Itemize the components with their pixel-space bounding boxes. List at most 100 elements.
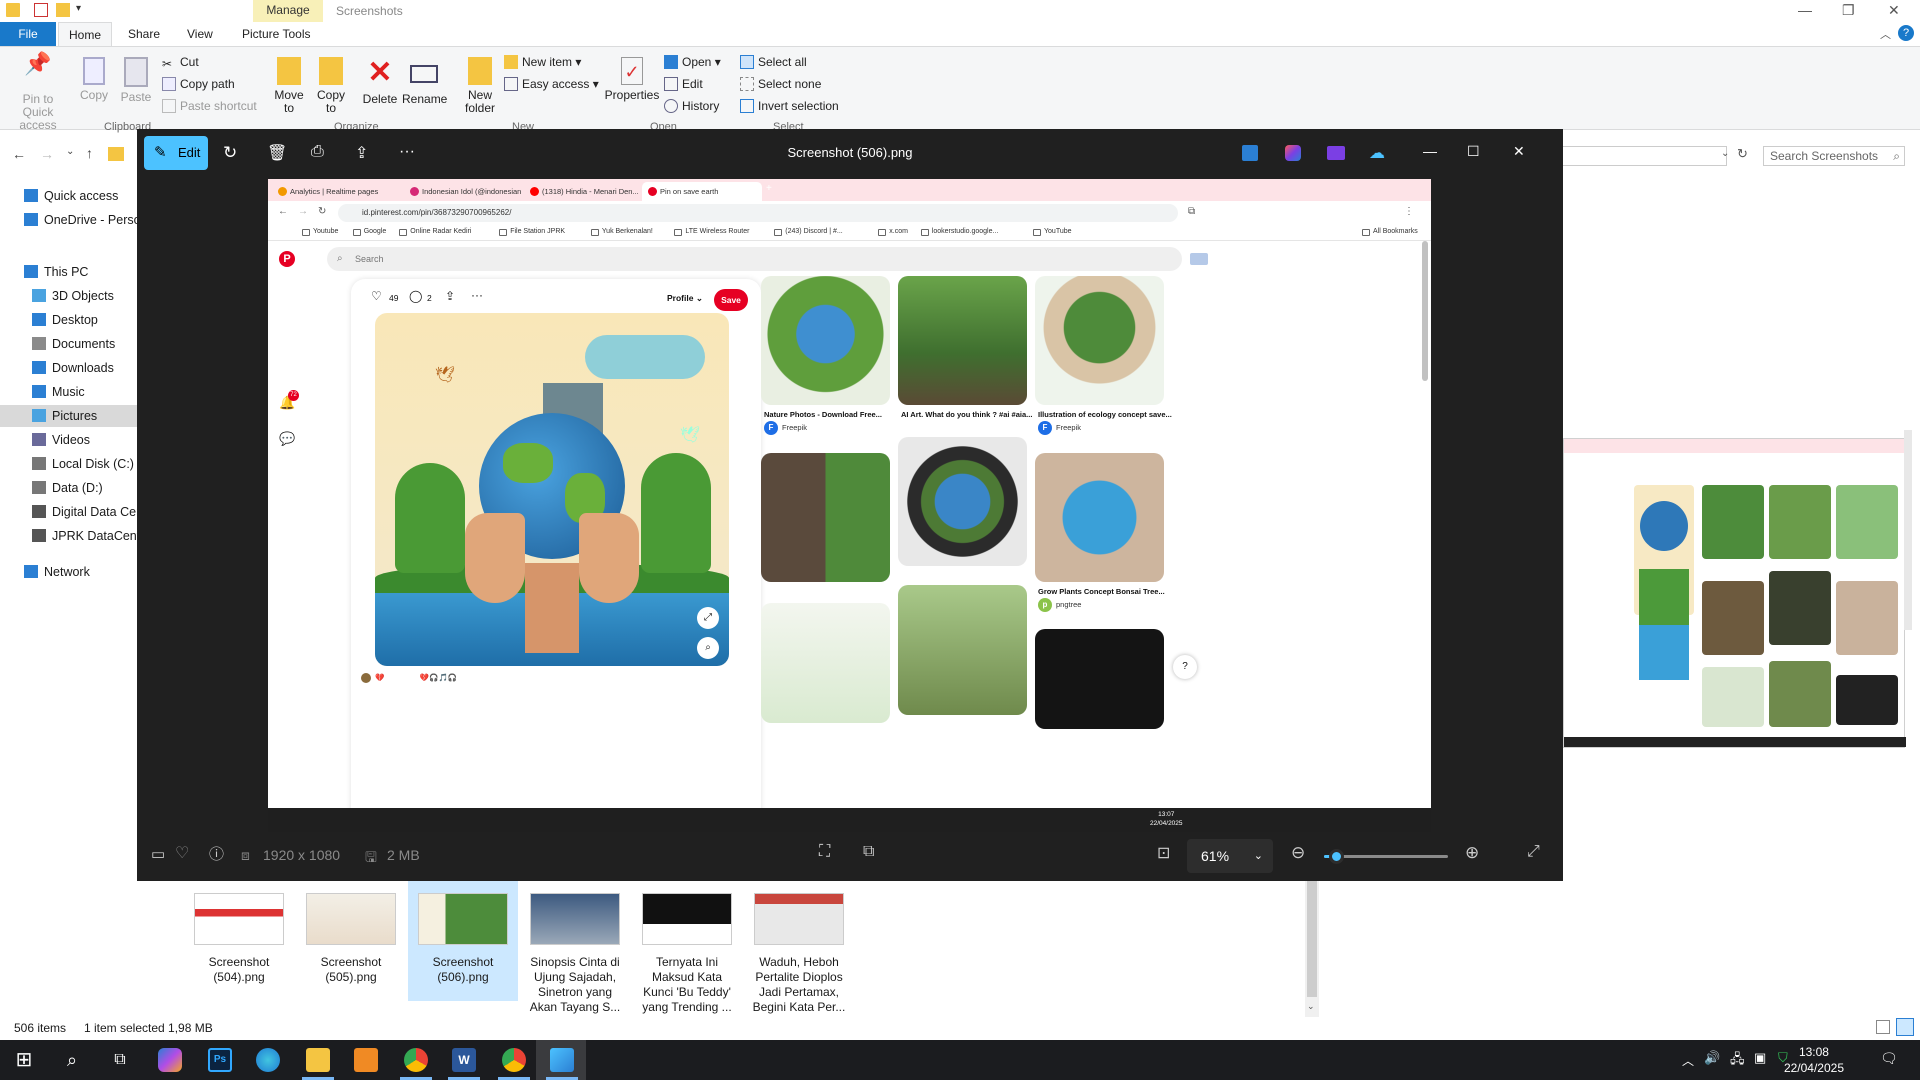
- nav-item[interactable]: Local Disk (C:): [0, 453, 134, 475]
- select-all-button[interactable]: Select all: [740, 53, 807, 71]
- fiddler-icon[interactable]: [354, 1048, 378, 1072]
- new-folder-icon[interactable]: [56, 3, 70, 17]
- nav-item[interactable]: OneDrive - Person: [0, 209, 148, 231]
- tab-home[interactable]: Home: [58, 22, 113, 46]
- invert-selection-button[interactable]: Invert selection: [740, 97, 839, 115]
- copy-path-button[interactable]: Copy path: [162, 75, 235, 93]
- edit-button[interactable]: Edit: [664, 75, 703, 93]
- file-item[interactable]: Sinopsis Cinta di Ujung Sajadah, Sinetron …: [520, 881, 630, 1014]
- clipchamp-icon[interactable]: [1285, 145, 1301, 161]
- nav-item[interactable]: Data (D:): [0, 477, 103, 499]
- close-icon[interactable]: ✕: [1888, 2, 1900, 19]
- nav-item[interactable]: Quick access: [0, 185, 118, 207]
- forward-arrow-icon[interactable]: →: [40, 146, 54, 162]
- volume-icon[interactable]: 🔊: [1704, 1050, 1720, 1066]
- history-button[interactable]: History: [664, 97, 719, 115]
- move-to-button[interactable]: Move to: [270, 57, 308, 115]
- text-extract-icon[interactable]: ⧉: [863, 843, 874, 861]
- file-item[interactable]: Waduh, Heboh Pertalite Dioplos Jadi Pertam…: [744, 881, 854, 1014]
- file-item[interactable]: Screenshot (505).png: [296, 881, 406, 1001]
- rename-button[interactable]: Rename: [402, 57, 447, 106]
- copy-to-button[interactable]: Copy to: [312, 57, 350, 115]
- minimize-icon[interactable]: —: [1798, 2, 1812, 18]
- search-input[interactable]: Search Screenshots ⌕: [1763, 146, 1905, 166]
- chrome-profile-icon[interactable]: [502, 1048, 526, 1072]
- fit-to-window-icon[interactable]: ⊡: [1157, 843, 1170, 863]
- nav-item[interactable]: JPRK DataCente: [0, 525, 147, 547]
- rotate-icon[interactable]: ↻: [223, 143, 243, 163]
- delete-trash-icon[interactable]: 🗑: [267, 143, 287, 163]
- nav-item[interactable]: Videos: [0, 429, 90, 451]
- task-view-icon[interactable]: ⧉: [108, 1048, 132, 1072]
- favorite-heart-icon[interactable]: ♡: [175, 843, 189, 863]
- photoshop-express-icon[interactable]: [1242, 145, 1258, 161]
- show-hidden-icons-icon[interactable]: ︿: [1682, 1052, 1694, 1069]
- nav-item[interactable]: Digital Data Cen: [0, 501, 143, 523]
- word-icon[interactable]: W: [452, 1048, 476, 1072]
- file-item[interactable]: Screenshot (504).png: [184, 881, 294, 1001]
- open-button[interactable]: Open ▾: [664, 53, 721, 71]
- address-box[interactable]: [1563, 146, 1727, 166]
- zoom-slider[interactable]: [1324, 849, 1448, 864]
- copilot-icon[interactable]: [158, 1048, 182, 1072]
- photos-maximize-icon[interactable]: ☐: [1467, 143, 1487, 163]
- address-dropdown-icon[interactable]: ⌄: [1721, 148, 1729, 159]
- photos-icon[interactable]: [550, 1048, 574, 1072]
- tab-share[interactable]: Share: [118, 22, 170, 46]
- pin-quick-access-button[interactable]: 📌 Pin to Quick access: [6, 53, 70, 132]
- more-options-icon[interactable]: ···: [399, 143, 419, 163]
- video-editor-icon[interactable]: [1327, 146, 1345, 160]
- recent-locations-icon[interactable]: ⌄: [66, 146, 74, 157]
- onedrive-sync-off-icon[interactable]: ☁: [1369, 143, 1389, 163]
- photos-minimize-icon[interactable]: —: [1423, 143, 1443, 163]
- nav-item[interactable]: Network: [0, 561, 90, 583]
- refresh-icon[interactable]: ↻: [1737, 146, 1748, 162]
- large-icons-view-icon[interactable]: [1896, 1018, 1914, 1036]
- file-info-icon[interactable]: ⓘ: [209, 843, 224, 864]
- chrome-icon[interactable]: [404, 1048, 428, 1072]
- tab-view[interactable]: View: [177, 22, 223, 46]
- start-icon[interactable]: ⊞: [12, 1048, 36, 1072]
- manage-context-tab[interactable]: Manage: [253, 0, 323, 22]
- visual-search-icon[interactable]: ⛶: [819, 843, 830, 861]
- share-icon[interactable]: ⇪: [355, 143, 375, 163]
- edit-image-button[interactable]: ✎ Edit: [144, 136, 208, 170]
- preview-scrollbar[interactable]: [1904, 430, 1912, 630]
- nav-item[interactable]: Pictures: [0, 405, 140, 427]
- zoom-slider-thumb[interactable]: [1329, 849, 1345, 864]
- zoom-level-select[interactable]: 61% ⌄: [1187, 839, 1273, 873]
- search-icon[interactable]: ⌕: [60, 1048, 84, 1072]
- paste-shortcut-button[interactable]: Paste shortcut: [162, 97, 257, 115]
- nav-item[interactable]: Desktop: [0, 309, 98, 331]
- new-item-button[interactable]: New item ▾: [504, 53, 581, 71]
- delete-button[interactable]: ✕ Delete: [358, 57, 402, 106]
- select-none-button[interactable]: Select none: [740, 75, 821, 93]
- filmstrip-icon[interactable]: ▭: [151, 845, 165, 863]
- notifications-icon[interactable]: 🗨: [1880, 1050, 1898, 1067]
- edge-icon[interactable]: [256, 1048, 280, 1072]
- tab-file[interactable]: File: [0, 22, 56, 46]
- paste-button[interactable]: Paste: [116, 57, 156, 104]
- copy-button[interactable]: Copy: [74, 57, 114, 102]
- new-folder-button[interactable]: New folder: [460, 57, 500, 115]
- nav-item[interactable]: Downloads: [0, 357, 114, 379]
- taskbar-clock[interactable]: 13:08 22/04/2025: [1784, 1044, 1844, 1076]
- print-icon[interactable]: ⎙: [311, 143, 331, 163]
- properties-button[interactable]: ✓ Properties: [604, 57, 660, 102]
- nav-item[interactable]: Documents: [0, 333, 115, 355]
- tab-picture-tools[interactable]: Picture Tools: [232, 22, 320, 46]
- file-item[interactable]: Screenshot (506).png: [408, 881, 518, 1001]
- file-explorer-icon[interactable]: [306, 1048, 330, 1072]
- nav-item[interactable]: Music: [0, 381, 85, 403]
- zoom-in-icon[interactable]: ⊕: [1465, 843, 1479, 863]
- cut-button[interactable]: ✂ Cut: [162, 53, 199, 71]
- network-icon[interactable]: 🖧: [1730, 1050, 1745, 1072]
- up-arrow-icon[interactable]: ↑: [86, 145, 93, 161]
- properties-icon[interactable]: [34, 3, 48, 17]
- scroll-down-icon[interactable]: ⌄: [1307, 1001, 1315, 1012]
- collapse-ribbon-icon[interactable]: ︿: [1880, 26, 1891, 42]
- photos-close-icon[interactable]: ✕: [1513, 143, 1533, 163]
- display-icon[interactable]: ▣: [1754, 1050, 1766, 1066]
- fullscreen-icon[interactable]: ⤢: [1527, 843, 1540, 861]
- details-view-icon[interactable]: [1876, 1020, 1890, 1034]
